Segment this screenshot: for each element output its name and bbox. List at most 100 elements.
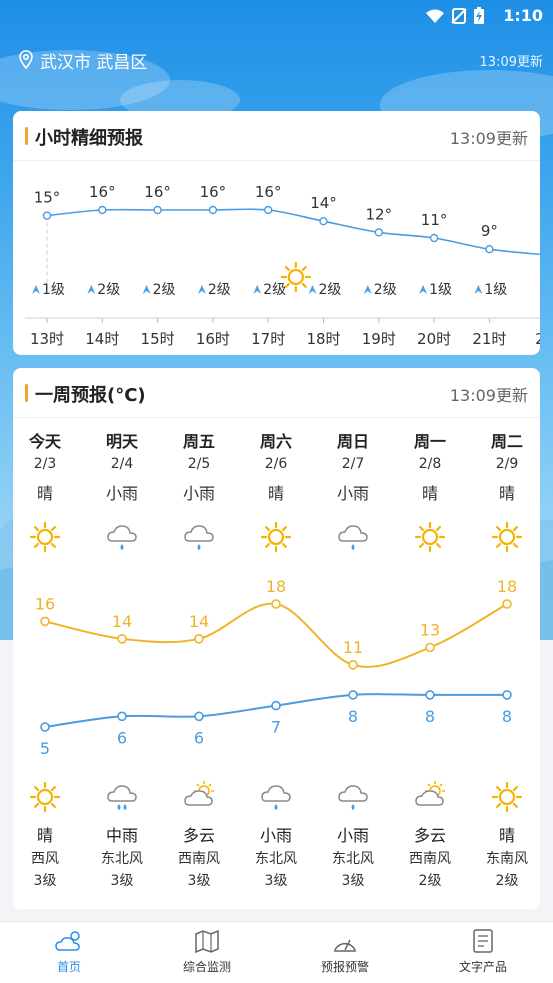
hourly-wind: 2级	[308, 282, 342, 298]
night-weather: 多云	[413, 826, 446, 845]
day-date: 2/4	[110, 456, 134, 472]
day-column[interactable]: 明天 2/4 小雨	[87, 428, 157, 506]
hour-label: 13时	[30, 330, 64, 348]
partly-cloudy-icon	[184, 781, 214, 806]
hourly-temp-label: 12°	[366, 205, 393, 223]
hourly-wind: 2级	[142, 282, 176, 298]
hour-label: 19时	[362, 330, 396, 348]
day-column[interactable]: 周六 2/6 晴	[241, 428, 311, 506]
low-temp-point	[194, 711, 204, 722]
wind-arrow-icon	[197, 285, 206, 294]
wind-direction: 西南风	[178, 851, 220, 867]
gauge-icon	[334, 939, 356, 952]
hour-label: 20时	[417, 330, 451, 348]
sun-icon	[280, 261, 311, 293]
wind-direction: 东北风	[332, 851, 374, 867]
wind-level: 2级	[495, 873, 519, 889]
day-weather: 小雨	[182, 484, 215, 503]
night-column[interactable]: 晴西风 3级	[13, 822, 80, 890]
tab-forecast-warning[interactable]: 预报预警	[276, 928, 414, 975]
day-name: 今天	[28, 432, 61, 451]
low-temp-label: 6	[194, 728, 204, 747]
hour-label: 14时	[85, 330, 119, 348]
hourly-wind-level: 2级	[153, 282, 176, 298]
hourly-temp-label: 11°	[421, 211, 448, 229]
night-column[interactable]: 晴东南风 2级	[472, 822, 540, 890]
day-name: 周日	[336, 432, 369, 451]
hourly-temp-point	[319, 217, 328, 226]
hourly-wind: 2级	[197, 282, 231, 298]
high-temp-label: 11	[343, 638, 363, 657]
night-weather: 中雨	[105, 826, 138, 845]
sun-icon	[491, 521, 523, 553]
day-name: 周六	[259, 432, 292, 451]
hour-label: 21时	[472, 330, 506, 348]
hourly-temp-label: 15°	[34, 189, 61, 207]
document-icon	[473, 929, 493, 953]
day-weather: 晴	[421, 484, 438, 503]
wind-direction: 西风	[31, 851, 59, 867]
high-temp-label: 18	[266, 577, 286, 596]
day-date: 2/8	[418, 456, 442, 472]
tab-home[interactable]: 首页	[0, 928, 138, 975]
low-temp-label: 7	[271, 718, 281, 737]
night-column[interactable]: 中雨 东北风 3级	[87, 822, 157, 890]
day-name: 周五	[182, 432, 215, 451]
sun-icon	[260, 521, 292, 553]
day-date: 2/3	[33, 456, 57, 472]
day-name: 明天	[105, 432, 138, 451]
status-icons	[425, 7, 485, 25]
partly-cloudy-icon	[415, 781, 445, 806]
night-column[interactable]: 小雨 东北风 3级	[241, 822, 311, 890]
hourly-temp-point	[429, 233, 439, 243]
low-temp-point	[502, 690, 512, 700]
night-column[interactable]: 多云西南风 3级	[164, 822, 234, 890]
hourly-temp-point	[374, 228, 383, 237]
hourly-chart[interactable]: 15° 1级 13时 16° 2级 14时 16° 2级 15时 16° 2级 16时 16° 2级 17时…	[13, 161, 540, 355]
day-weather: 晴	[498, 484, 515, 503]
high-temp-point	[348, 660, 358, 670]
hourly-temp-point	[98, 205, 107, 215]
wind-arrow-icon	[87, 285, 96, 294]
tab-text-products[interactable]: 文字产品	[414, 928, 552, 975]
day-column[interactable]: 周一 2/8 晴	[395, 428, 465, 506]
location-bar[interactable]: 武汉市 武昌区 13:09更新	[18, 48, 543, 73]
hourly-wind-level: 1级	[484, 282, 507, 298]
tab-monitoring[interactable]: 综合监测	[138, 928, 276, 975]
hourly-wind-level: 2级	[374, 282, 397, 298]
hourly-wind-level: 2级	[97, 282, 120, 298]
location-name[interactable]: 武汉市 武昌区	[40, 48, 147, 73]
low-temp-point	[348, 690, 358, 700]
day-column[interactable]: 今天 2/3 晴	[13, 428, 80, 506]
hour-label: 22	[535, 330, 540, 348]
night-weather: 晴	[36, 826, 53, 845]
low-temp-label: 8	[348, 707, 358, 726]
hourly-temp-point	[208, 205, 218, 215]
night-column[interactable]: 小雨 东北风 3级	[318, 822, 388, 890]
weekly-forecast-card: 一周预报(°C) 13:09更新 16 5 14 6 14 6 18 7 11 8 13 8 18 8 今…	[13, 368, 540, 909]
night-weather: 多云	[182, 826, 215, 845]
high-temp-point	[194, 633, 204, 644]
light-rain-icon	[338, 525, 368, 550]
high-temp-point	[425, 642, 435, 653]
sun-icon	[29, 781, 61, 813]
day-name: 周一	[413, 432, 446, 451]
battery-charging-icon	[474, 7, 484, 24]
night-column[interactable]: 多云 西南风 2级	[395, 822, 465, 890]
hourly-temp-label: 16°	[144, 183, 171, 201]
day-column[interactable]: 周五 2/5 小雨	[164, 428, 234, 506]
low-temp-label: 8	[425, 707, 435, 726]
hourly-temp-label: 16°	[89, 183, 116, 201]
wind-level: 3级	[187, 873, 211, 889]
hourly-wind: 2级	[363, 282, 397, 298]
hourly-wind-level: 2级	[208, 282, 231, 298]
day-column[interactable]: 周二 2/9 晴	[472, 428, 540, 506]
hourly-wind: 2级	[253, 282, 286, 298]
low-temp-label: 5	[40, 739, 50, 758]
sun-icon	[491, 781, 523, 813]
wind-direction: 东北风	[255, 851, 297, 867]
hourly-wind-level: 2级	[319, 282, 342, 298]
sun-icon	[414, 521, 446, 553]
day-column[interactable]: 周日 2/7 小雨	[318, 428, 388, 506]
hourly-temp-line	[46, 208, 540, 256]
